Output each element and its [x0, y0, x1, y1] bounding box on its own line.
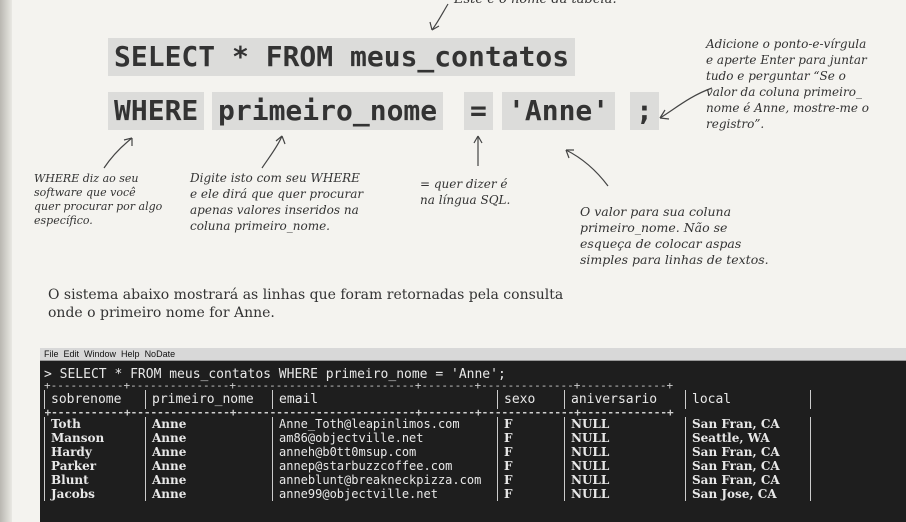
col-email: email: [272, 390, 498, 409]
cell-sobrenome: Jacobs: [44, 487, 146, 501]
cell-local: San Jose, CA: [685, 487, 811, 501]
annotation-value: O valor para sua coluna primeiro_nome. N…: [580, 204, 769, 267]
terminal-query: > SELECT * FROM meus_contatos WHERE prim…: [44, 367, 506, 382]
table-row: Blunt Anne anneblunt@breakneckpizza.com …: [44, 473, 811, 487]
table-separator: +-----------+---------------+-----------…: [44, 409, 674, 417]
arrow-where: [103, 137, 133, 169]
menu-file[interactable]: File: [44, 348, 59, 360]
menu-nodate[interactable]: NoDate: [145, 348, 176, 360]
annotation-equals: = quer dizer é na língua SQL.: [420, 177, 511, 207]
col-sexo: sexo: [497, 390, 565, 409]
col-aniversario: aniversario: [564, 390, 686, 409]
cell-email: anneh@b0tt0msup.com: [272, 445, 498, 459]
cell-aniversario: NULL: [564, 473, 686, 487]
table-row: Hardy Anne anneh@b0tt0msup.com F NULL Sa…: [44, 445, 811, 459]
cell-aniversario: NULL: [564, 487, 686, 501]
annotation-table-name: Este é o nome da tabela.: [454, 0, 617, 8]
cell-primeiro-nome: Anne: [145, 445, 273, 459]
terminal-menubar: File Edit Window Help NoDate: [40, 348, 906, 361]
cell-primeiro-nome: Anne: [145, 431, 273, 445]
cell-local: San Fran, CA: [685, 459, 811, 473]
cell-primeiro-nome: Anne: [145, 487, 273, 501]
col-primeiro-nome: primeiro_nome: [145, 390, 273, 409]
cell-local: San Fran, CA: [685, 417, 811, 431]
result-table: sobrenome primeiro_nome email sexo anive…: [44, 390, 811, 501]
cell-email: anne99@objectville.net: [272, 487, 498, 501]
cell-local: San Fran, CA: [685, 445, 811, 459]
cell-aniversario: NULL: [564, 417, 686, 431]
cell-email: annep@starbuzzcoffee.com: [272, 459, 498, 473]
sql-value: 'Anne': [502, 92, 616, 130]
arrow-table-name: [431, 3, 449, 31]
sql-semicolon: ;: [630, 92, 659, 130]
cell-email: Anne_Toth@leapinlimos.com: [272, 417, 498, 431]
menu-window[interactable]: Window: [84, 348, 116, 360]
table-header-row: sobrenome primeiro_nome email sexo anive…: [44, 390, 811, 409]
cell-aniversario: NULL: [564, 445, 686, 459]
annotation-column: Digite isto com seu WHERE e ele dirá que…: [190, 171, 364, 233]
table-separator: +-----------+---------------+-----------…: [44, 382, 674, 390]
table-row: Manson Anne am86@objectville.net F NULL …: [44, 431, 811, 445]
terminal-window[interactable]: File Edit Window Help NoDate > SELECT * …: [40, 348, 906, 522]
arrow-value: [565, 149, 609, 187]
table-row: Jacobs Anne anne99@objectville.net F NUL…: [44, 487, 811, 501]
cell-email: anneblunt@breakneckpizza.com: [272, 473, 498, 487]
menu-edit[interactable]: Edit: [64, 348, 80, 360]
cell-local: Seattle, WA: [685, 431, 811, 445]
cell-sexo: F: [497, 445, 565, 459]
cell-sobrenome: Hardy: [44, 445, 146, 459]
annotation-where: WHERE diz ao seu software que você quer …: [34, 172, 163, 227]
cell-sexo: F: [497, 459, 565, 473]
menu-help[interactable]: Help: [121, 348, 140, 360]
table-row: Toth Anne Anne_Toth@leapinlimos.com F NU…: [44, 417, 811, 431]
cell-sexo: F: [497, 487, 565, 501]
cell-sobrenome: Toth: [44, 417, 146, 431]
arrow-semicolon: [659, 87, 713, 119]
table-row: Parker Anne annep@starbuzzcoffee.com F N…: [44, 459, 811, 473]
cell-sexo: F: [497, 431, 565, 445]
col-sobrenome: sobrenome: [44, 390, 146, 409]
cell-aniversario: NULL: [564, 459, 686, 473]
sql-equals: =: [464, 92, 493, 130]
arrow-column: [261, 135, 283, 169]
cell-aniversario: NULL: [564, 431, 686, 445]
sql-select-line: SELECT * FROM meus_contatos: [108, 38, 576, 76]
cell-local: San Fran, CA: [685, 473, 811, 487]
cell-sobrenome: Blunt: [44, 473, 146, 487]
annotation-semicolon: Adicione o ponto-e-vírgula e aperte Ente…: [706, 37, 870, 131]
col-local: local: [685, 390, 811, 409]
sql-where-keyword: WHERE: [108, 92, 205, 130]
cell-primeiro-nome: Anne: [145, 473, 273, 487]
cell-primeiro-nome: Anne: [145, 417, 273, 431]
cell-sobrenome: Parker: [44, 459, 146, 473]
sql-column-name: primeiro_nome: [212, 92, 444, 130]
cell-email: am86@objectville.net: [272, 431, 498, 445]
body-text: O sistema abaixo mostrará as linhas que …: [48, 287, 564, 321]
cell-sobrenome: Manson: [44, 431, 146, 445]
cell-primeiro-nome: Anne: [145, 459, 273, 473]
cell-sexo: F: [497, 473, 565, 487]
cell-sexo: F: [497, 417, 565, 431]
